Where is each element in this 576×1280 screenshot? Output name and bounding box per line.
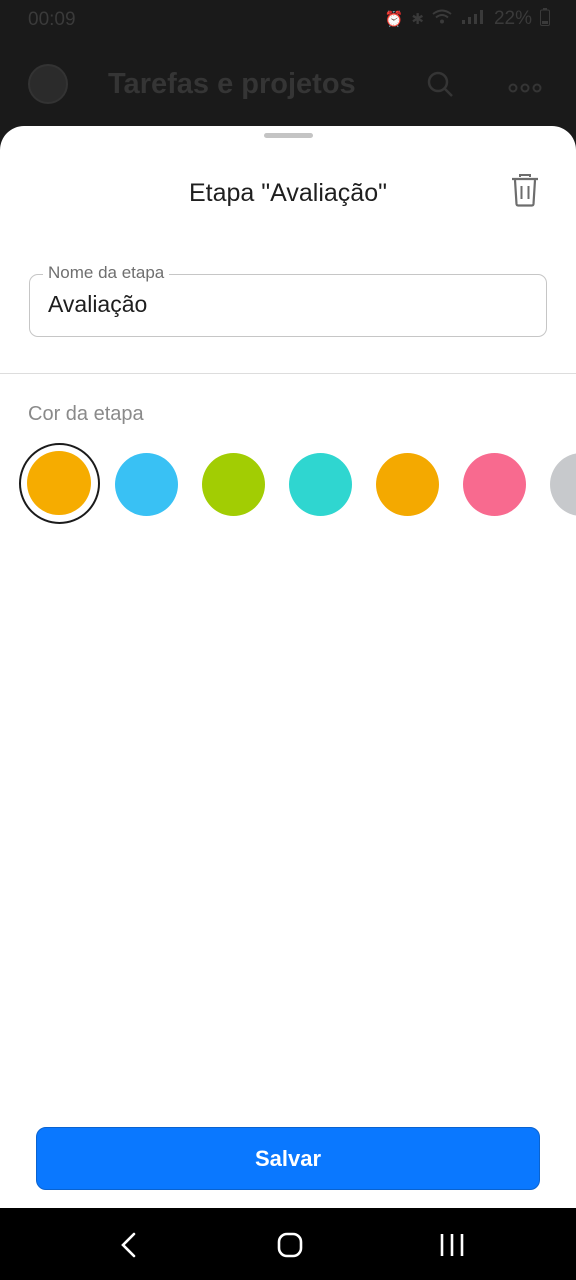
color-swatch[interactable]: [201, 453, 265, 516]
color-swatch[interactable]: [549, 453, 576, 516]
stage-name-input[interactable]: [48, 291, 528, 318]
search-icon: [426, 70, 454, 103]
status-time: 00:09: [28, 9, 76, 30]
trash-icon[interactable]: [510, 173, 540, 207]
background-app-header: Tarefas e projetos: [0, 40, 576, 130]
color-swatch-fill: [26, 451, 91, 515]
stage-name-field[interactable]: Nome da etapa: [29, 263, 547, 337]
background-title: Tarefas e projetos: [108, 68, 356, 100]
system-nav-bar: [0, 1208, 576, 1280]
status-bar: 00:09 ⏰ ✱ 22%: [0, 0, 576, 40]
recents-icon[interactable]: [432, 1228, 472, 1262]
color-swatch[interactable]: [288, 453, 352, 516]
divider: [0, 373, 576, 374]
wifi-icon: [432, 9, 452, 29]
status-icons: ⏰ ✱ 22%: [385, 8, 550, 30]
battery-icon: [540, 8, 550, 30]
battery-level: 22%: [493, 8, 532, 29]
save-button[interactable]: Salvar: [36, 1127, 540, 1190]
stage-edit-sheet: Etapa "Avaliação" Nome da etapa Cor da e…: [0, 126, 576, 1208]
color-swatch-selected[interactable]: [18, 443, 100, 524]
sheet-drag-handle[interactable]: [264, 133, 313, 138]
sheet-title: Etapa "Avaliação": [189, 179, 387, 207]
color-swatch[interactable]: [114, 453, 178, 516]
alarm-icon: ⏰: [384, 11, 404, 28]
avatar: [28, 64, 68, 104]
color-swatch[interactable]: [375, 453, 439, 516]
signal-icon: [460, 9, 486, 29]
color-swatch-list: [0, 442, 576, 526]
color-swatch[interactable]: [462, 453, 526, 516]
color-section-label: Cor da etapa: [28, 403, 144, 425]
more-icon: [508, 68, 542, 100]
stage-name-label: Nome da etapa: [43, 263, 170, 283]
bluetooth-icon: ✱: [411, 11, 424, 28]
home-icon[interactable]: [270, 1228, 310, 1262]
back-icon[interactable]: [108, 1228, 148, 1262]
